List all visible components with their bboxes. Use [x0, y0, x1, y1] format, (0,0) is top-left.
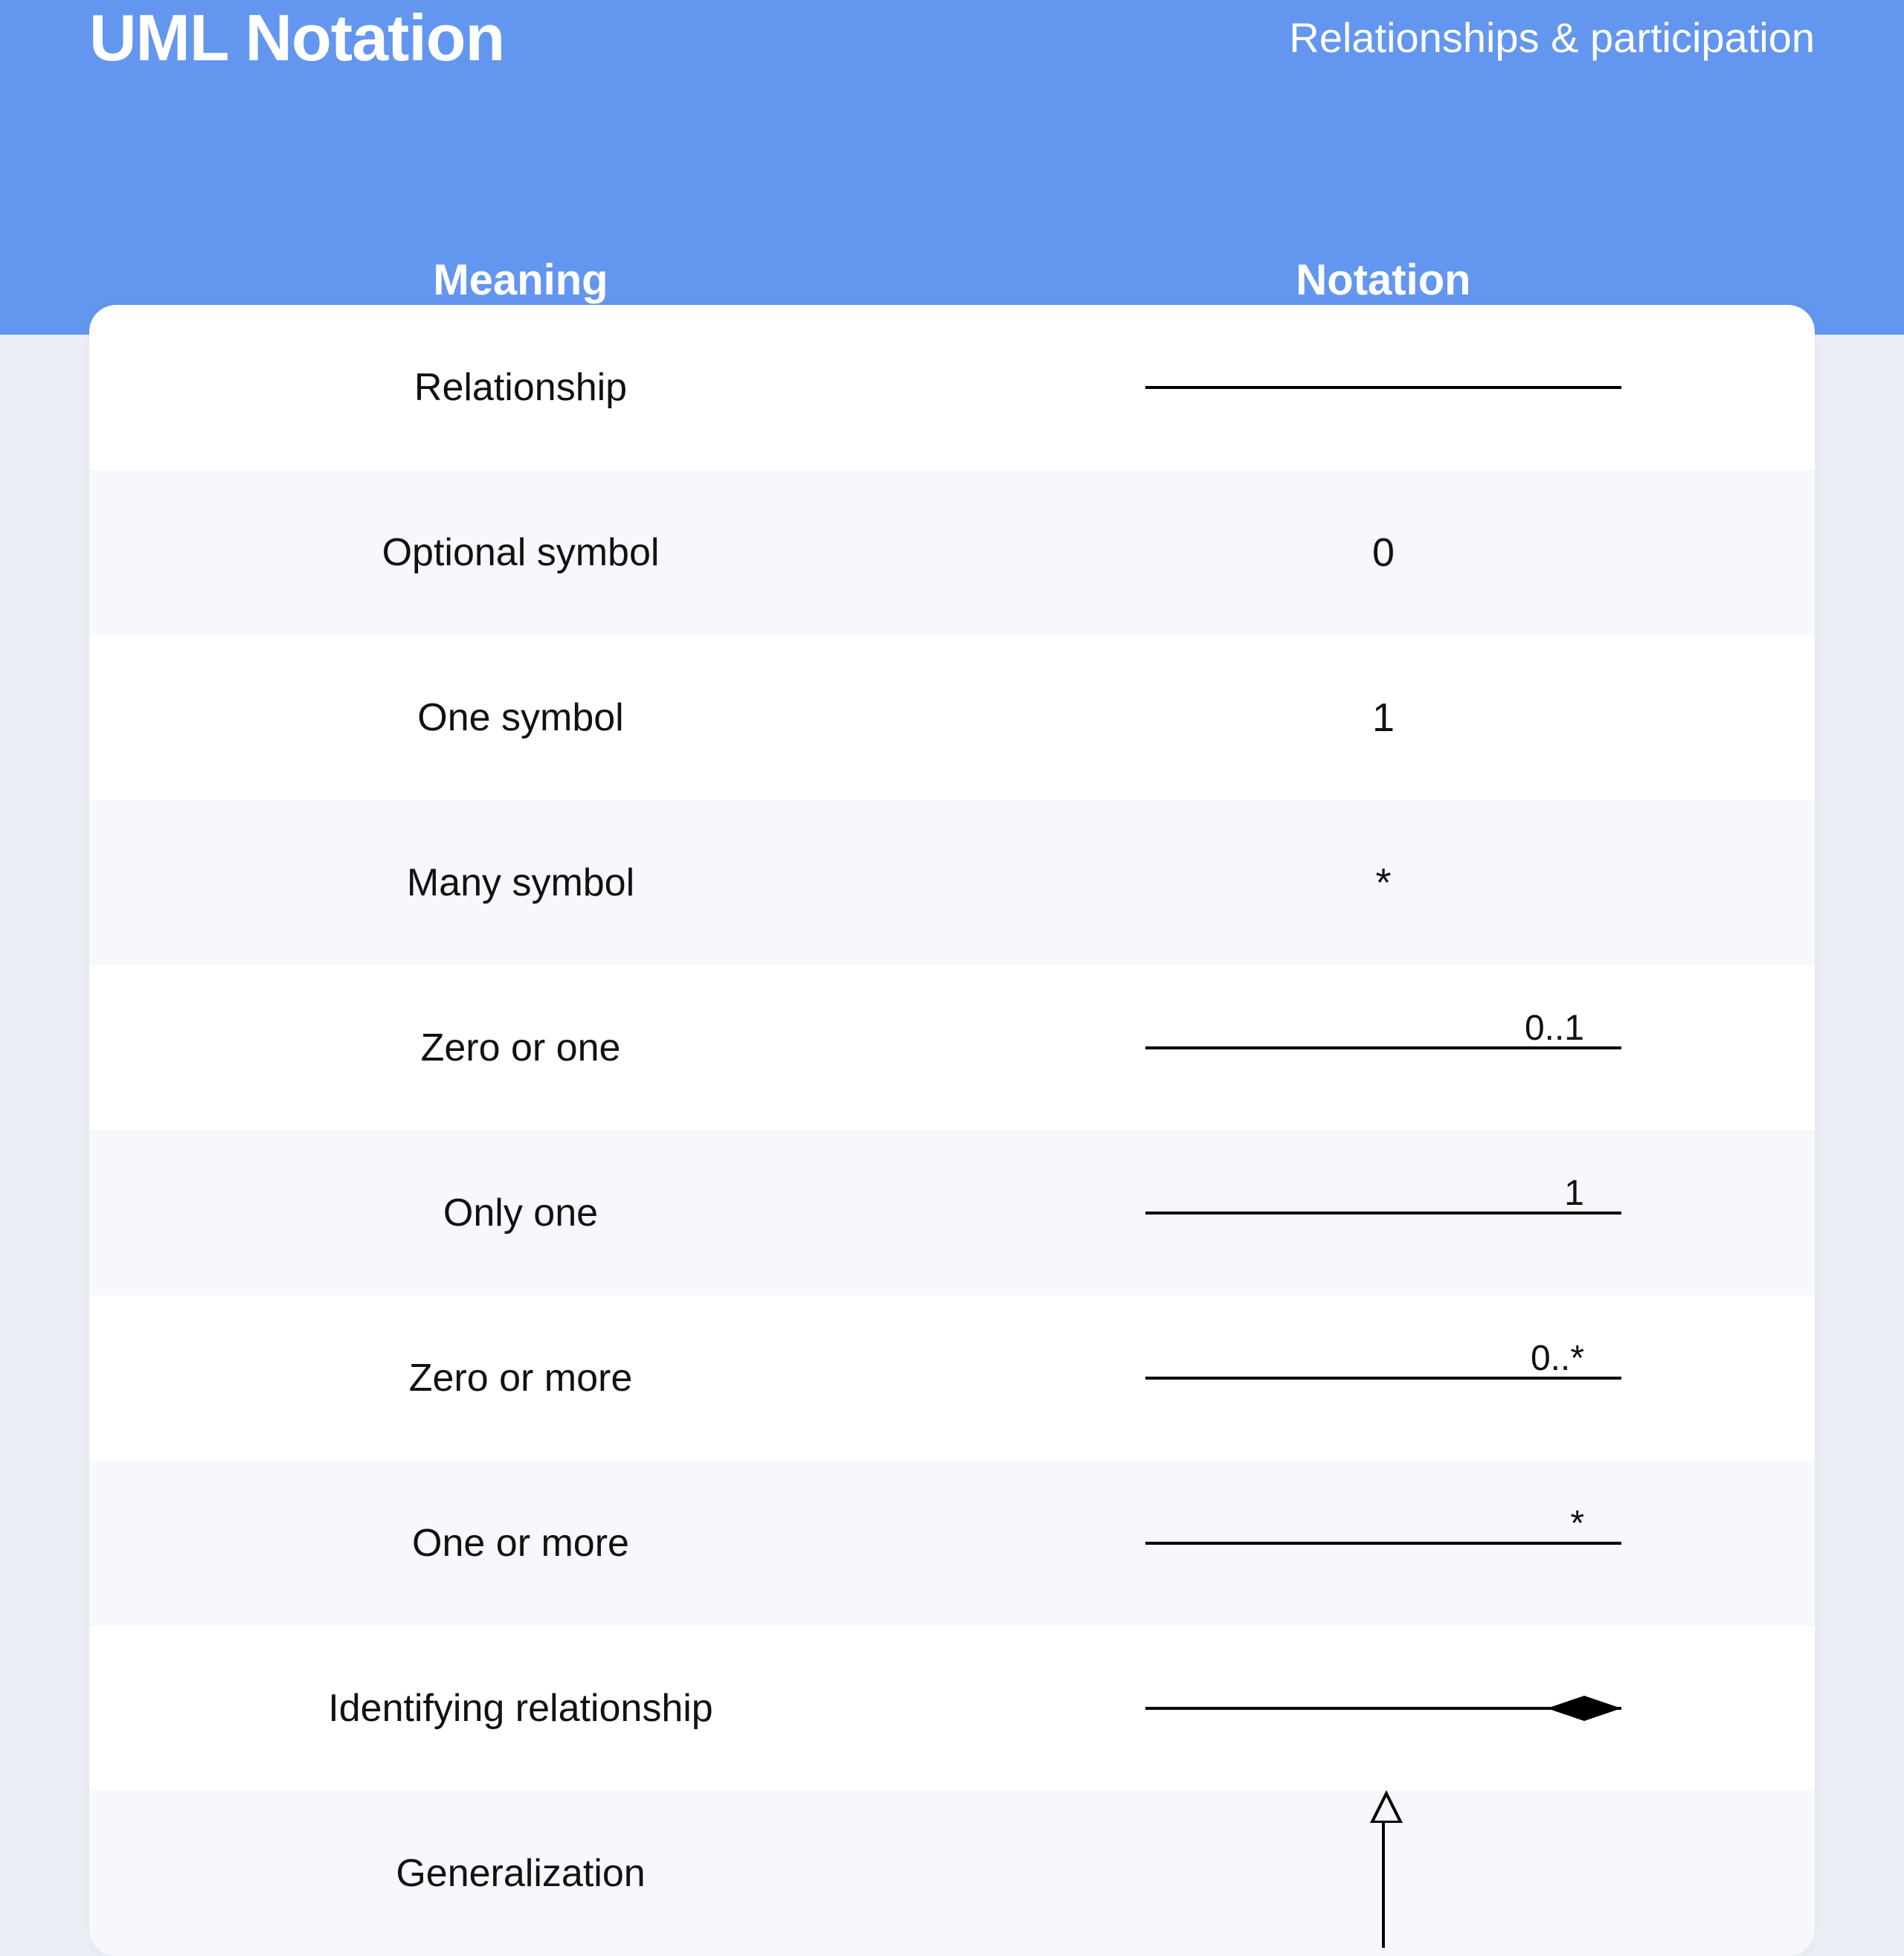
multiplicity-label: 0..1 [1525, 1008, 1584, 1049]
notation-cell: 0..1 [952, 1046, 1815, 1049]
meaning-cell: Zero or one [89, 1026, 952, 1070]
table-row: One symbol 1 [89, 635, 1815, 800]
meaning-cell: Zero or more [89, 1356, 952, 1400]
notation-cell: * [952, 860, 1815, 906]
notation-card: Relationship Optional symbol 0 One symbo… [89, 305, 1815, 1956]
notation-cell [952, 386, 1815, 389]
table-row: Zero or more 0..* [89, 1296, 1815, 1461]
one-or-more-line-icon: * [1145, 1542, 1621, 1545]
notation-cell: 1 [952, 1212, 1815, 1215]
zero-or-more-line-icon: 0..* [1145, 1377, 1621, 1380]
col-header-notation: Notation [952, 255, 1815, 305]
many-symbol-text: * [1375, 860, 1391, 906]
meaning-cell: One symbol [89, 695, 952, 740]
notation-cell: * [952, 1542, 1815, 1545]
meaning-cell: Only one [89, 1191, 952, 1235]
col-header-meaning: Meaning [89, 255, 952, 305]
table-row: Only one 1 [89, 1130, 1815, 1296]
optional-symbol-text: 0 [1372, 530, 1395, 576]
one-symbol-text: 1 [1372, 695, 1395, 741]
table-row: Many symbol * [89, 800, 1815, 965]
only-one-line-icon: 1 [1145, 1212, 1621, 1215]
table-row: Generalization [89, 1791, 1815, 1956]
relationship-line-icon [1145, 386, 1621, 389]
page-title: UML Notation [89, 0, 504, 76]
meaning-cell: One or more [89, 1521, 952, 1566]
header-top: UML Notation Relationships & participati… [89, 0, 1815, 76]
notation-cell [952, 1707, 1815, 1710]
notation-cell: 0..* [952, 1377, 1815, 1380]
meaning-cell: Many symbol [89, 860, 952, 905]
meaning-cell: Generalization [89, 1851, 952, 1896]
multiplicity-label: 1 [1564, 1173, 1584, 1214]
table-row: Identifying relationship [89, 1626, 1815, 1791]
multiplicity-label: * [1570, 1503, 1584, 1544]
meaning-cell: Optional symbol [89, 530, 952, 575]
meaning-cell: Relationship [89, 365, 952, 410]
table-row: One or more * [89, 1461, 1815, 1626]
notation-cell [952, 1799, 1815, 1948]
filled-diamond-icon [1547, 1696, 1621, 1721]
meaning-cell: Identifying relationship [89, 1686, 952, 1731]
header: UML Notation Relationships & participati… [0, 0, 1904, 335]
page-subtitle: Relationships & participation [1289, 13, 1815, 62]
table-row: Relationship [89, 305, 1815, 470]
table-row: Optional symbol 0 [89, 470, 1815, 635]
generalization-arrow-icon [1382, 1821, 1385, 1948]
notation-cell: 1 [952, 695, 1815, 741]
notation-cell: 0 [952, 530, 1815, 576]
zero-or-one-line-icon: 0..1 [1145, 1046, 1621, 1049]
column-headers: Meaning Notation [89, 255, 1815, 305]
multiplicity-label: 0..* [1531, 1338, 1584, 1379]
identifying-relationship-icon [1145, 1707, 1621, 1710]
table-row: Zero or one 0..1 [89, 965, 1815, 1130]
